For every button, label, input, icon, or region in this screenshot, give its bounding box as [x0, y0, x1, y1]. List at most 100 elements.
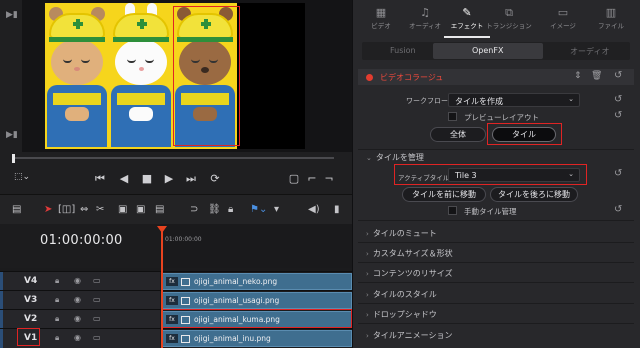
section-custom-size[interactable]: › カスタムサイズ＆形状	[366, 248, 453, 259]
section-content-resize[interactable]: › コンテンツのリサイズ	[366, 268, 453, 279]
tab-effects[interactable]: ✎ エフェクト	[444, 6, 490, 30]
move-back-button[interactable]: タイルを後ろに移動	[490, 187, 578, 202]
blade-tool-icon[interactable]: ✂	[96, 204, 104, 215]
section-tile-mute[interactable]: › タイルのミュート	[366, 228, 437, 239]
section-drop-shadow[interactable]: › ドロップシャドウ	[366, 309, 437, 320]
tab-label: ビデオ	[371, 22, 391, 30]
overwrite-clip-icon[interactable]: ▣	[136, 204, 145, 215]
move-front-button[interactable]: タイルを前に移動	[402, 187, 486, 202]
transition-icon: ⧉	[505, 6, 513, 19]
timeline-view-icon[interactable]: ▤	[12, 204, 21, 215]
reset-workflow-icon[interactable]: ↺	[614, 94, 622, 105]
reorder-icon[interactable]: ⇕	[574, 71, 582, 81]
playhead-handle[interactable]	[157, 226, 167, 233]
audio-icon: ♫	[420, 6, 430, 19]
reset-manual-tile-icon[interactable]: ↺	[614, 204, 622, 215]
reset-preview-icon[interactable]: ↺	[614, 110, 622, 121]
selection-tool-icon[interactable]: ➤	[44, 204, 52, 215]
go-to-end-icon[interactable]: ⏭	[184, 172, 198, 186]
track-label: V2	[24, 314, 38, 324]
clip-inu[interactable]: fx ojigi_animal_inu.png	[162, 330, 352, 347]
reset-effect-icon[interactable]: ↺	[614, 70, 622, 81]
linked-selection-icon[interactable]: ⛓	[208, 204, 221, 215]
subtab-fusion[interactable]: Fusion	[390, 46, 416, 55]
lock-icon[interactable]: 🔒︎	[55, 333, 59, 343]
play-reverse-icon[interactable]: ◀	[117, 172, 131, 185]
preview-layout-checkbox[interactable]	[448, 112, 457, 121]
playhead-line[interactable]	[161, 226, 163, 348]
auto-select-icon[interactable]: ◉	[74, 333, 81, 342]
manage-tile-section[interactable]: ⌄ タイルを管理	[366, 152, 424, 163]
fx-badge-icon: fx	[166, 296, 178, 305]
clip-name: ojigi_animal_usagi.png	[194, 296, 280, 305]
track-visibility-icon[interactable]: ▭	[93, 314, 101, 323]
image-clip-icon	[181, 297, 190, 305]
section-label: タイルアニメーション	[372, 331, 453, 340]
reset-active-tile-icon[interactable]: ↺	[614, 168, 622, 179]
section-divider	[358, 323, 634, 324]
tab-image[interactable]: ▭ イメージ	[540, 6, 586, 30]
play-icon[interactable]: ▶	[162, 172, 176, 185]
loop-icon[interactable]: ⟳	[208, 172, 222, 185]
section-label: カスタムサイズ＆形状	[372, 249, 453, 258]
replace-clip-icon[interactable]: ▤	[155, 204, 164, 215]
tab-video[interactable]: ▦ ビデオ	[358, 6, 404, 30]
active-tile-highlight	[394, 164, 587, 185]
snapping-icon[interactable]: ⊃	[190, 204, 198, 215]
ruler-time-label: 01:00:00:00	[165, 236, 202, 243]
position-lock-icon[interactable]: 🔒︎	[228, 204, 233, 215]
zoom-icon[interactable]: ▮	[334, 204, 340, 215]
auto-select-icon[interactable]: ◉	[74, 295, 81, 304]
marker-icon[interactable]: ▾	[274, 204, 279, 215]
section-tile-style[interactable]: › タイルのスタイル	[366, 289, 437, 300]
mark-out-icon[interactable]: ¬	[322, 172, 336, 185]
scrubber-track[interactable]	[14, 157, 334, 159]
lock-icon[interactable]: 🔒︎	[55, 276, 59, 286]
panel-toggle-icon[interactable]: ▶▮	[6, 10, 18, 20]
panel-toggle-bottom-icon[interactable]: ▶▮	[6, 130, 18, 140]
track-visibility-icon[interactable]: ▭	[93, 295, 101, 304]
subtab-audio[interactable]: オーディオ	[570, 46, 609, 57]
delete-icon[interactable]: 🗑︎	[591, 71, 602, 81]
tab-label: オーディオ	[408, 22, 442, 30]
mark-in-out-icon[interactable]: ⌐	[305, 172, 319, 185]
audio-level-icon[interactable]: ◀)	[308, 204, 320, 215]
tab-file[interactable]: ▥ ファイル	[588, 6, 634, 30]
manual-tile-label: 手動タイル管理	[464, 207, 517, 216]
track-v4: V4 🔒︎ ◉ ▭ fx ojigi_animal_neko.png	[0, 271, 352, 291]
workflow-dropdown[interactable]: タイルを作成 ⌄	[448, 93, 580, 107]
active-tab-indicator	[444, 36, 490, 38]
effect-enable-toggle[interactable]	[366, 74, 373, 81]
auto-select-icon[interactable]: ◉	[74, 276, 81, 285]
match-frame-icon[interactable]: ▢	[287, 172, 301, 185]
go-to-start-icon[interactable]: ⏮	[93, 172, 107, 186]
track-visibility-icon[interactable]: ▭	[93, 276, 101, 285]
manual-tile-checkbox[interactable]	[448, 206, 457, 215]
timeline-toolbar: ▤ ➤ [◫] ⇔ ✂ ▣ ▣ ▤ ⊃ ⛓ 🔒︎ ⚑⌄ ▾ ◀) ▮	[0, 194, 352, 224]
dynamic-trim-icon[interactable]: ⇔	[80, 204, 88, 215]
trim-tool-icon[interactable]: [◫]	[58, 204, 75, 215]
section-label: タイルのスタイル	[372, 290, 437, 299]
track-label: V4	[24, 276, 38, 286]
lock-icon[interactable]: 🔒︎	[55, 295, 59, 305]
clip-usagi[interactable]: fx ojigi_animal_usagi.png	[162, 292, 352, 309]
stop-icon[interactable]: ■	[140, 172, 154, 185]
insert-clip-icon[interactable]: ▣	[118, 204, 127, 215]
section-tile-animation[interactable]: › タイルアニメーション	[366, 330, 453, 341]
auto-select-icon[interactable]: ◉	[74, 314, 81, 323]
lock-icon[interactable]: 🔒︎	[55, 314, 59, 324]
clip-name: ojigi_animal_inu.png	[194, 334, 271, 343]
fx-badge-icon: fx	[166, 277, 178, 286]
tab-audio[interactable]: ♫ オーディオ	[402, 6, 448, 30]
flag-icon[interactable]: ⚑⌄	[250, 204, 267, 215]
scrubber-handle[interactable]	[12, 154, 15, 163]
workflow-value: タイルを作成	[455, 97, 503, 106]
section-label: タイルのミュート	[372, 229, 437, 238]
all-button[interactable]: 全体	[430, 127, 486, 142]
image-icon: ▭	[557, 6, 569, 19]
clip-neko[interactable]: fx ojigi_animal_neko.png	[162, 273, 352, 290]
track-visibility-icon[interactable]: ▭	[93, 333, 101, 342]
subtab-openfx[interactable]: OpenFX	[472, 46, 503, 55]
viewer-options-icon[interactable]: ⬚⌄	[14, 172, 30, 182]
tab-transition[interactable]: ⧉ トランジション	[486, 6, 532, 30]
